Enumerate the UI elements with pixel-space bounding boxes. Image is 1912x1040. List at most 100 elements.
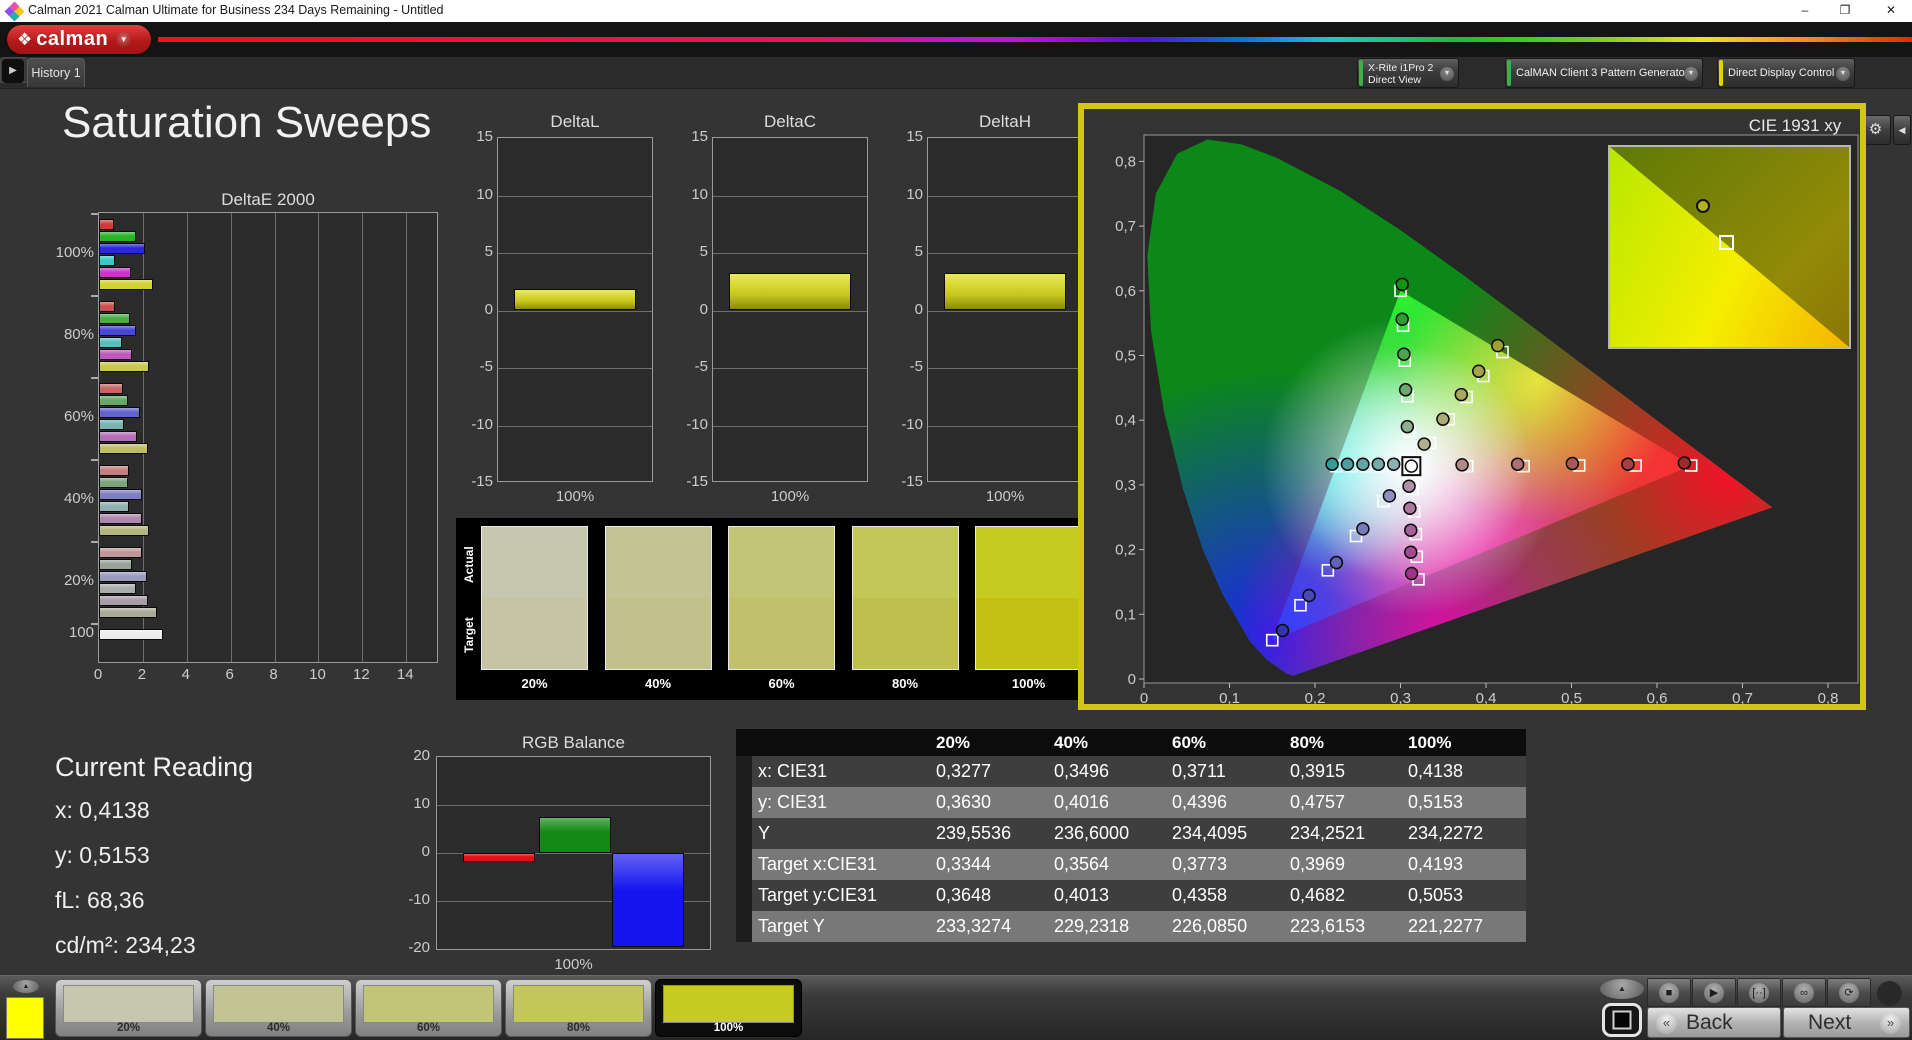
svg-text:0,4: 0,4 [1115, 412, 1136, 429]
table-cell: 239,5536 [936, 823, 1012, 843]
stop-icon [1612, 1010, 1632, 1030]
rgb-y-tick: 0 [421, 843, 430, 860]
cie-measured-point [1302, 588, 1316, 603]
chevron-down-icon: ▼ [1684, 67, 1698, 81]
table-corner-cell [752, 729, 936, 756]
deltae-x-tick: 4 [181, 666, 190, 683]
rgb-balance-title: RGB Balance [522, 733, 625, 752]
rgb-bar-green [539, 816, 611, 853]
deltae-bar [99, 325, 137, 336]
calman-menu-button[interactable]: ❖ calman ▼ [7, 25, 151, 54]
grid-line [713, 310, 867, 312]
calman-logo-text: calman [36, 28, 109, 50]
inset-measured-point [1696, 199, 1711, 213]
transport-continuous-button[interactable]: ∞ [1782, 978, 1826, 1007]
reading-line: cd/m²: 234,23 [55, 932, 196, 958]
actual-swatch [482, 527, 587, 598]
delta-y-tick: 0 [914, 300, 923, 318]
transport-loop-icon: ⟳ [1839, 982, 1859, 1003]
pattern-generator-label: CalMAN Client 3 Pattern Generator [1516, 67, 1689, 79]
chevron-up-icon[interactable]: ▲ [1600, 979, 1644, 999]
transport-play-button[interactable]: ▶ [1692, 978, 1736, 1007]
restore-button[interactable]: ❐ [1826, 0, 1864, 22]
sample-button-20%[interactable]: 20% [55, 979, 202, 1037]
table-cell: 0,4138 [1408, 761, 1464, 781]
cie-measured-point [1400, 419, 1415, 434]
rgb-y-tick: -10 [408, 891, 430, 908]
svg-text:0,8: 0,8 [1818, 690, 1839, 707]
table-cell: 233,3274 [936, 916, 1012, 936]
rgb-bar-blue [612, 853, 684, 947]
cie-measured-point [1510, 457, 1525, 471]
sample-button-60%[interactable]: 60% [355, 979, 502, 1037]
deltae-x-tick: 10 [309, 666, 326, 683]
rgb-y-tick: 20 [413, 747, 430, 764]
svg-text:0,6: 0,6 [1115, 283, 1136, 300]
display-control-dropdown[interactable]: Direct Display Control ▼ [1717, 58, 1855, 88]
pattern-generator-dropdown[interactable]: CalMAN Client 3 Pattern Generator ▼ [1505, 58, 1703, 88]
grid-line [437, 805, 710, 806]
swatch-label: 100% [1011, 676, 1046, 691]
swatch-column [851, 526, 959, 670]
grid-line [713, 368, 867, 369]
deltae-bar [99, 501, 129, 512]
sample-button-80%[interactable]: 80% [505, 979, 652, 1037]
table-row-label: x: CIE31 [758, 761, 828, 781]
swatch-column [975, 526, 1082, 670]
svg-text:0: 0 [1140, 690, 1148, 707]
table-cell: 0,3969 [1290, 854, 1346, 874]
delta-chart [712, 137, 868, 482]
calman-logo-icon: ❖ [17, 29, 33, 49]
delta-x-label: 100% [985, 488, 1025, 505]
close-button[interactable]: ✕ [1872, 0, 1910, 22]
table-cell: 236,6000 [1054, 823, 1130, 843]
deltae-2000-chart [98, 212, 438, 663]
swatch-column [604, 526, 712, 670]
current-reading-title: Current Reading [55, 752, 254, 782]
grid-line [498, 368, 652, 369]
svg-text:0,3: 0,3 [1390, 690, 1411, 707]
deltae-bar [99, 465, 129, 476]
tab-history-1[interactable]: History 1 [27, 58, 85, 87]
tab-bar: ▶ History 1 + X-Rite i1Pro 2 Direct View… [0, 57, 1912, 145]
transport-pattern-window-button[interactable]: [··] [1737, 978, 1781, 1007]
delta-y-tick: -10 [471, 415, 493, 433]
deltae-bar [99, 231, 137, 242]
active-patch-swatch [6, 997, 44, 1039]
target-swatch [605, 598, 711, 669]
transport-stop-button[interactable]: ■ [1647, 978, 1691, 1007]
next-button[interactable]: Next » [1783, 1007, 1910, 1038]
cie-zoom-inset [1608, 145, 1851, 349]
sample-button-40%[interactable]: 40% [205, 979, 352, 1037]
table-cell: 0,4682 [1290, 885, 1346, 905]
stop-large-button[interactable] [1602, 1003, 1642, 1037]
meter-dropdown[interactable]: X-Rite i1Pro 2 Direct View ▼ [1357, 58, 1459, 88]
grid-line [230, 213, 232, 662]
table-row-label: Y [758, 823, 771, 843]
deltae-bar [99, 349, 132, 360]
table-gutter [736, 849, 752, 880]
chevron-up-icon[interactable]: ▲ [13, 980, 39, 993]
delta-y-tick: -5 [909, 358, 923, 375]
cie-measured-point [1621, 457, 1635, 471]
axis-tick [91, 377, 98, 379]
svg-text:0,7: 0,7 [1732, 690, 1753, 707]
table-header-cell: 80% [1290, 733, 1325, 752]
display-control-label: Direct Display Control [1728, 67, 1835, 79]
back-button[interactable]: « Back [1647, 1007, 1781, 1038]
deltae-bar [99, 489, 142, 500]
delta-chart-title: DeltaL [550, 112, 600, 131]
tab-scroll-button[interactable]: ▶ [2, 59, 24, 83]
pattern-status-stripe [1507, 60, 1511, 86]
swatch-compare-strip: Actual Target 20% 40% 60% 80% 100% [456, 518, 1104, 700]
grid-line [274, 213, 276, 662]
sample-button-100%[interactable]: 100% [655, 979, 802, 1037]
cie-measured-point [1403, 501, 1417, 515]
target-swatch [976, 598, 1081, 669]
transport-loop-button[interactable]: ⟳ [1827, 978, 1871, 1007]
minimize-button[interactable]: – [1786, 0, 1824, 22]
meter-status-stripe [1359, 60, 1363, 86]
rgb-x-label: 100% [554, 956, 593, 973]
cie-1931-panel: CIE 1931 xy 0 0,1 0,2 0,3 0,4 0,5 0,6 0,7 0,8 0 0,… [1078, 103, 1866, 710]
cie-measured-point [1454, 387, 1469, 402]
